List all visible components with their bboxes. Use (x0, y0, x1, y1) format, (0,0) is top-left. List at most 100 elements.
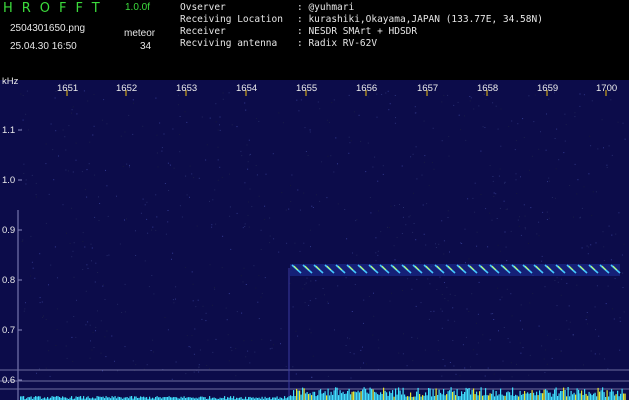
noise-spike (458, 396, 460, 400)
noise-pixel (599, 353, 601, 355)
noise-spike (461, 391, 463, 400)
noise-pixel (198, 371, 200, 373)
noise-pixel (581, 207, 583, 209)
noise-pixel (167, 162, 169, 164)
noise-pixel (573, 216, 574, 218)
noise-pixel (229, 215, 231, 217)
noise-pixel (595, 191, 597, 193)
noise-pixel (492, 102, 494, 104)
noise-pixel (269, 242, 271, 244)
noise-pixel (462, 344, 464, 346)
noise-pixel (304, 127, 306, 129)
noise-pixel (175, 361, 177, 363)
noise-spike (546, 390, 548, 400)
noise-spike (57, 396, 59, 400)
noise-pixel (389, 300, 391, 302)
noise-pixel (538, 235, 540, 237)
noise-pixel (517, 219, 519, 221)
noise-pixel (116, 195, 117, 197)
noise-pixel (423, 161, 425, 163)
noise-pixel (72, 360, 74, 362)
noise-spike (71, 396, 73, 400)
noise-pixel (73, 276, 75, 278)
noise-pixel (377, 254, 379, 256)
noise-pixel (470, 366, 471, 368)
noise-spike (39, 396, 41, 400)
noise-pixel (146, 218, 148, 220)
noise-pixel (375, 252, 377, 254)
noise-pixel (228, 293, 230, 295)
noise-pixel (594, 306, 596, 308)
noise-pixel (595, 329, 596, 331)
noise-spike (315, 396, 317, 400)
noise-pixel (441, 375, 443, 377)
noise-pixel (576, 193, 578, 195)
noise-pixel (449, 251, 450, 253)
noise-pixel (278, 251, 280, 253)
noise-pixel (22, 119, 24, 121)
noise-pixel (209, 264, 211, 266)
noise-pixel (524, 228, 526, 230)
noise-spike (96, 396, 98, 400)
noise-spike (506, 392, 508, 400)
noise-pixel (22, 95, 24, 96)
noise-spike (111, 396, 113, 400)
noise-pixel (245, 109, 247, 111)
noise-pixel (608, 225, 610, 227)
noise-pixel (415, 305, 417, 307)
noise-spike (459, 396, 461, 400)
noise-spike (600, 390, 602, 400)
noise-pixel (607, 368, 609, 370)
noise-pixel (412, 360, 414, 362)
noise-pixel (189, 346, 191, 348)
noise-pixel (48, 350, 50, 352)
noise-pixel (269, 348, 271, 350)
noise-pixel (248, 226, 250, 228)
noise-spike (567, 387, 569, 400)
noise-pixel (372, 166, 374, 168)
noise-spike (545, 389, 547, 400)
antenna-label: Recviving antenna (180, 38, 278, 49)
noise-pixel (129, 166, 130, 168)
noise-pixel (477, 313, 479, 315)
noise-pixel (545, 149, 547, 151)
noise-pixel (347, 337, 348, 339)
noise-pixel (214, 286, 215, 288)
noise-pixel (415, 146, 417, 148)
noise-pixel (444, 365, 446, 367)
noise-spike (410, 392, 412, 400)
noise-pixel (217, 146, 219, 148)
noise-pixel (330, 155, 332, 157)
noise-pixel (235, 375, 237, 377)
noise-pixel (370, 212, 372, 214)
noise-pixel (164, 183, 166, 184)
noise-spike (363, 387, 365, 400)
noise-spike (483, 395, 485, 400)
noise-pixel (310, 280, 312, 282)
noise-pixel (222, 235, 224, 237)
noise-spike (585, 393, 587, 400)
noise-spike (467, 388, 469, 400)
noise-pixel (278, 112, 280, 114)
noise-pixel (21, 241, 23, 242)
noise-spike (494, 396, 496, 400)
noise-spike (575, 394, 577, 400)
noise-pixel (84, 246, 86, 248)
noise-pixel (99, 203, 101, 204)
noise-spike (602, 387, 604, 400)
noise-pixel (173, 167, 175, 169)
noise-pixel (86, 196, 88, 198)
noise-pixel (522, 118, 524, 120)
noise-pixel (501, 296, 503, 298)
noise-spike (224, 396, 226, 400)
file-name: 2504301650.png (10, 23, 86, 34)
noise-pixel (71, 109, 73, 111)
noise-pixel (500, 108, 502, 110)
noise-pixel (542, 211, 544, 213)
noise-spike (297, 390, 299, 400)
noise-pixel (93, 125, 95, 127)
noise-pixel (306, 277, 308, 279)
noise-pixel (327, 155, 329, 157)
noise-pixel (472, 197, 474, 199)
noise-pixel (507, 338, 509, 340)
